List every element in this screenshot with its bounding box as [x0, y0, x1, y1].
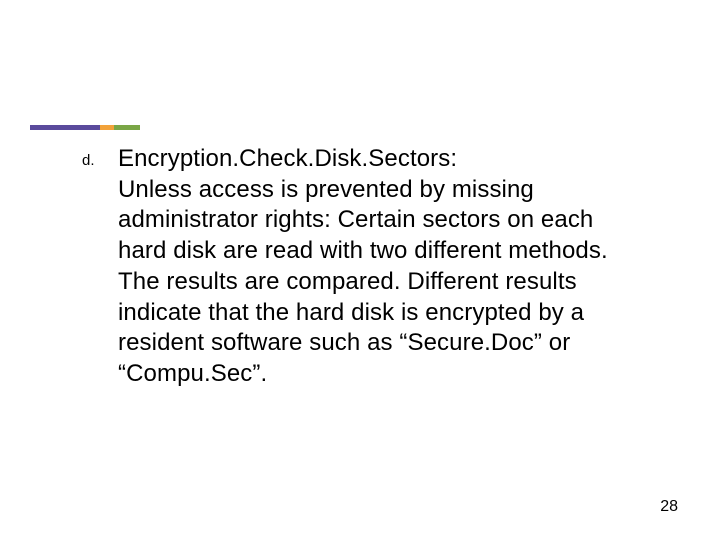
accent-segment-green: [114, 125, 140, 130]
body-block: Encryption.Check.Disk.Sectors: Unless ac…: [118, 144, 638, 390]
body-text: Unless access is prevented by missing ad…: [118, 176, 608, 387]
list-marker: d.: [82, 144, 118, 176]
content-row: d. Encryption.Check.Disk.Sectors: Unless…: [82, 144, 660, 390]
page-number: 28: [660, 498, 678, 516]
accent-bar: [30, 125, 140, 130]
body-title: Encryption.Check.Disk.Sectors:: [118, 144, 638, 175]
accent-segment-purple: [30, 125, 100, 130]
accent-segment-orange: [100, 125, 114, 130]
